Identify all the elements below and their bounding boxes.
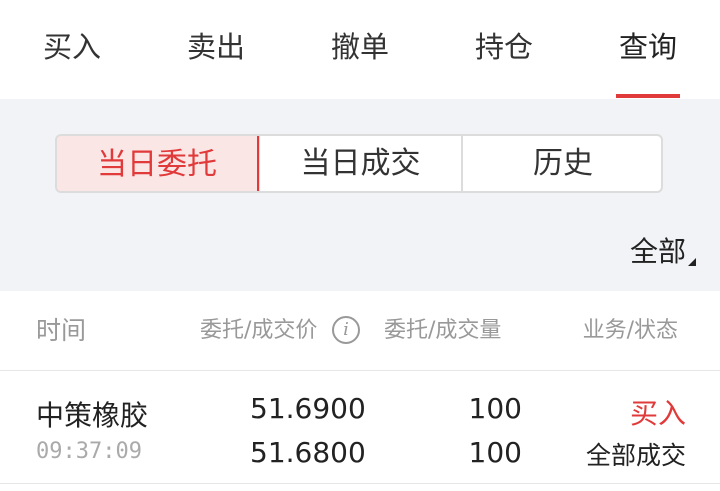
header-time: 时间 xyxy=(36,316,87,345)
active-tab-indicator xyxy=(616,94,680,98)
order-time: 09:37:09 xyxy=(36,439,142,464)
deal-quantity: 100 xyxy=(468,436,522,469)
top-nav: 买入 卖出 撤单 持仓 查询 xyxy=(0,0,720,99)
order-quantity: 100 xyxy=(468,392,522,425)
security-name: 中策橡胶 xyxy=(36,399,149,432)
table-row[interactable]: 中策橡胶 09:37:09 51.6900 51.6800 100 100 买入… xyxy=(0,372,720,484)
table-header: 时间 委托/成交价 i 委托/成交量 业务/状态 xyxy=(0,291,720,371)
segment-today-orders[interactable]: 当日委托 xyxy=(57,136,259,191)
deal-price: 51.6800 xyxy=(250,436,366,469)
header-status: 业务/状态 xyxy=(582,318,678,343)
scope-label: 全部 xyxy=(629,235,686,268)
filter-panel: 当日成交 历史 当日委托 全部 xyxy=(0,99,720,291)
segment-today-deals[interactable]: 当日成交 xyxy=(259,136,461,191)
header-price: 委托/成交价 xyxy=(200,318,318,343)
segmented-control: 当日成交 历史 当日委托 xyxy=(55,134,663,193)
dropdown-corner-icon xyxy=(688,258,696,266)
order-side: 买入 xyxy=(629,397,686,430)
scope-dropdown[interactable]: 全部 xyxy=(629,235,696,269)
order-price: 51.6900 xyxy=(250,392,366,425)
info-icon[interactable]: i xyxy=(332,316,360,344)
tab-positions[interactable]: 持仓 xyxy=(468,22,540,72)
tab-query[interactable]: 查询 xyxy=(612,22,684,72)
tab-cancel[interactable]: 撤单 xyxy=(324,22,396,72)
tab-buy[interactable]: 买入 xyxy=(36,22,108,72)
segment-history[interactable]: 历史 xyxy=(461,136,661,191)
order-status: 全部成交 xyxy=(585,441,686,470)
header-quantity: 委托/成交量 xyxy=(384,318,502,343)
tab-sell[interactable]: 卖出 xyxy=(180,22,252,72)
